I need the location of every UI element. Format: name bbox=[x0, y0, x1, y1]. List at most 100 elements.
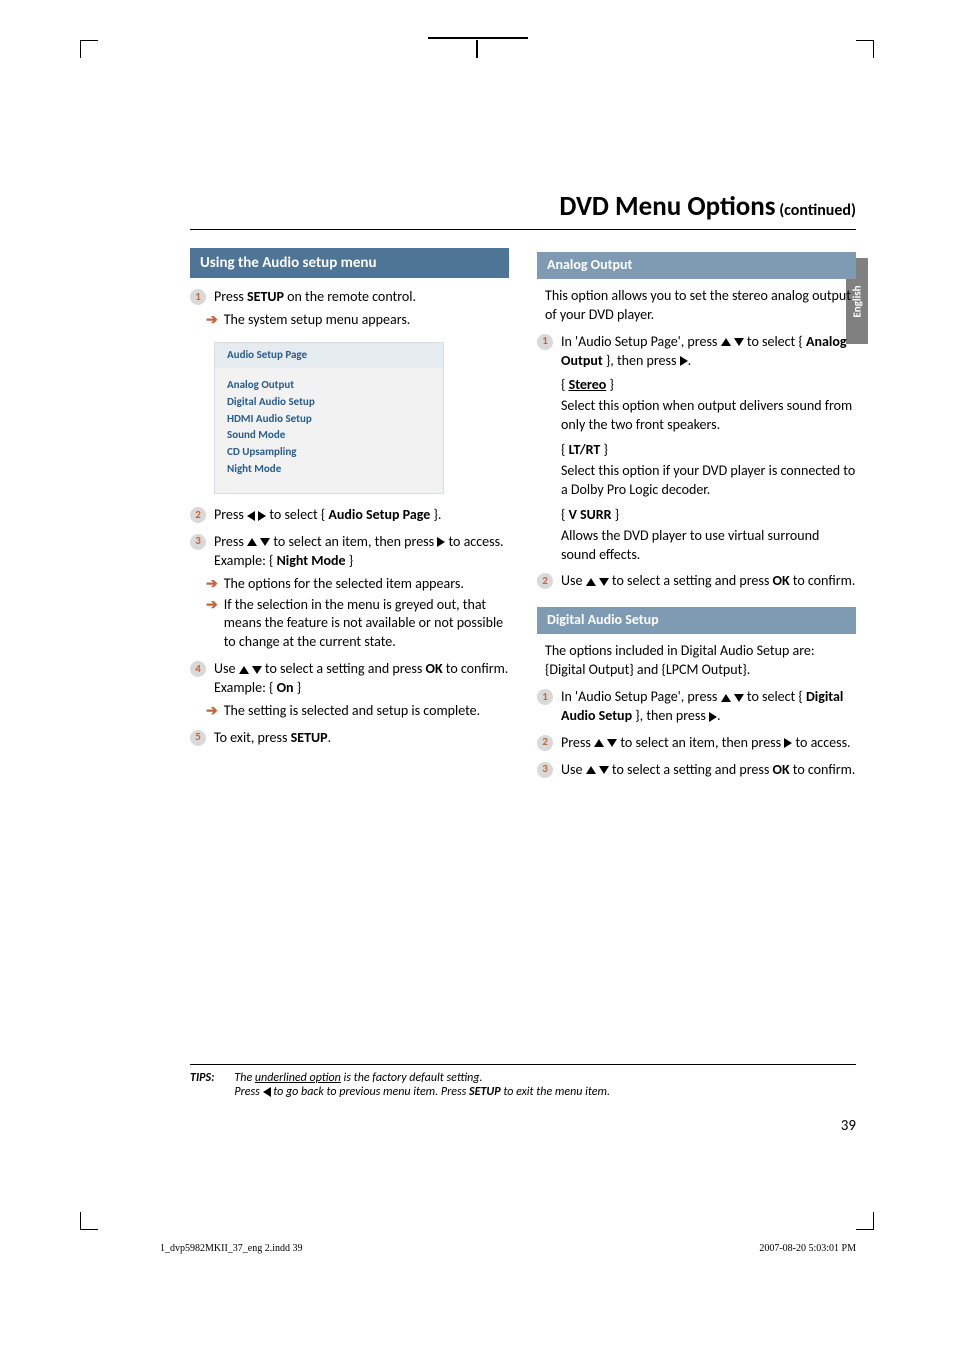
down-icon bbox=[734, 338, 744, 346]
menu-item: Sound Mode bbox=[227, 428, 431, 443]
analog-intro: This option allows you to set the stereo… bbox=[545, 287, 856, 325]
text: Use bbox=[561, 572, 586, 589]
step-4-result: ➔ The setting is selected and setup is c… bbox=[206, 702, 509, 721]
up-icon bbox=[586, 766, 596, 774]
page-number: 39 bbox=[190, 1117, 856, 1135]
tips-label: TIPS: bbox=[190, 1071, 214, 1099]
text: to select { bbox=[744, 688, 806, 705]
right-icon bbox=[258, 511, 266, 521]
right-icon bbox=[709, 712, 717, 722]
step-number-icon: 1 bbox=[190, 289, 206, 305]
arrow-icon: ➔ bbox=[206, 575, 218, 594]
option-stereo: { Stereo } bbox=[561, 376, 856, 395]
left-icon bbox=[263, 1087, 271, 1097]
analog-output-bar: Analog Output bbox=[537, 252, 856, 279]
text: LT/RT bbox=[569, 441, 601, 458]
right-column: Analog Output This option allows you to … bbox=[537, 248, 856, 784]
text: }, then press bbox=[632, 707, 709, 724]
left-column: Using the Audio setup menu 1 Press SETUP… bbox=[190, 248, 509, 784]
text: to access. bbox=[792, 734, 850, 751]
text: To exit, press bbox=[214, 729, 291, 746]
step-1: 1 Press SETUP on the remote control. bbox=[190, 288, 509, 307]
step-number-icon: 5 bbox=[190, 730, 206, 746]
text: On bbox=[277, 679, 294, 696]
analog-step-2: 2 Use to select a setting and press OK t… bbox=[537, 572, 856, 591]
up-icon bbox=[239, 666, 249, 674]
step-3: 3 Press to select an item, then press to… bbox=[190, 533, 509, 571]
step-number-icon: 4 bbox=[190, 661, 206, 677]
arrow-icon: ➔ bbox=[206, 596, 218, 653]
text: Audio Setup Page bbox=[328, 506, 430, 523]
text: to select an item, then press bbox=[617, 734, 784, 751]
setup-key: SETUP bbox=[247, 288, 284, 305]
page-content: DVD Menu Options (continued) Using the A… bbox=[190, 190, 856, 1135]
digital-step-1: 1 In 'Audio Setup Page', press to select… bbox=[537, 688, 856, 726]
text: to confirm. bbox=[790, 761, 856, 778]
text: }, then press bbox=[603, 352, 680, 369]
text: }. bbox=[430, 506, 441, 523]
down-icon bbox=[252, 666, 262, 674]
menu-item: HDMI Audio Setup bbox=[227, 412, 431, 427]
text: to select { bbox=[744, 333, 806, 350]
text: underlined option bbox=[255, 1071, 341, 1085]
text: Press bbox=[214, 506, 247, 523]
step-number-icon: 3 bbox=[537, 762, 553, 778]
text: to select { bbox=[266, 506, 328, 523]
text: to confirm. bbox=[443, 660, 509, 677]
step-number-icon: 3 bbox=[190, 534, 206, 550]
text: The options for the selected item appear… bbox=[224, 575, 464, 594]
text: Press bbox=[234, 1085, 262, 1099]
up-icon bbox=[721, 694, 731, 702]
step-number-icon: 2 bbox=[537, 573, 553, 589]
digital-intro: The options included in Digital Audio Se… bbox=[545, 642, 856, 680]
print-footer: 1_dvp5982MKII_37_eng 2.indd 39 2007-08-2… bbox=[160, 1243, 856, 1254]
text: to confirm. bbox=[790, 572, 856, 589]
page-title-wrap: DVD Menu Options (continued) bbox=[190, 190, 856, 230]
page-title-continued: (continued) bbox=[779, 201, 856, 220]
menu-item: Night Mode bbox=[227, 462, 431, 477]
footer-right: 2007-08-20 5:03:01 PM bbox=[759, 1243, 856, 1254]
up-icon bbox=[594, 739, 604, 747]
text: Example: { bbox=[214, 679, 277, 696]
text: OK bbox=[772, 572, 789, 589]
option-ltrt: { LT/RT } bbox=[561, 441, 856, 460]
text: . bbox=[688, 352, 692, 369]
section-using-audio-setup: Using the Audio setup menu bbox=[190, 248, 509, 278]
text: on the remote control. bbox=[284, 288, 416, 305]
text: OK bbox=[772, 761, 789, 778]
text: to select a setting and press bbox=[609, 572, 773, 589]
menu-item: Analog Output bbox=[227, 378, 431, 393]
setup-key: SETUP bbox=[291, 729, 328, 746]
text: } bbox=[294, 679, 302, 696]
text: The system setup menu appears. bbox=[224, 311, 411, 330]
text: to access. bbox=[445, 533, 503, 550]
arrow-icon: ➔ bbox=[206, 702, 218, 721]
text: V SURR bbox=[569, 506, 612, 523]
text: The setting is selected and setup is com… bbox=[224, 702, 480, 721]
tips-section: TIPS: The underlined option is the facto… bbox=[190, 1064, 856, 1135]
step-number-icon: 1 bbox=[537, 334, 553, 350]
page-title: DVD Menu Options bbox=[559, 190, 775, 223]
text: Stereo bbox=[569, 376, 607, 393]
down-icon bbox=[599, 766, 609, 774]
footer-left: 1_dvp5982MKII_37_eng 2.indd 39 bbox=[160, 1243, 303, 1254]
down-icon bbox=[607, 739, 617, 747]
step-1-result: ➔ The system setup menu appears. bbox=[206, 311, 509, 330]
down-icon bbox=[260, 538, 270, 546]
menu-items: Analog Output Digital Audio Setup HDMI A… bbox=[215, 368, 443, 493]
text: Press bbox=[214, 533, 247, 550]
audio-setup-menu: Audio Setup Page Analog Output Digital A… bbox=[214, 342, 444, 494]
menu-item: CD Upsampling bbox=[227, 445, 431, 460]
step-4: 4 Use to select a setting and press OK t… bbox=[190, 660, 509, 698]
text: Allows the DVD player to use virtual sur… bbox=[561, 527, 856, 565]
text: Night Mode bbox=[277, 552, 346, 569]
text: Select this option if your DVD player is… bbox=[561, 462, 856, 500]
text: Example: { bbox=[214, 552, 277, 569]
step-3-result-2: ➔ If the selection in the menu is greyed… bbox=[206, 596, 509, 653]
text: to select a setting and press bbox=[262, 660, 426, 677]
left-icon bbox=[247, 511, 255, 521]
text: to go back to previous menu item. Press bbox=[271, 1085, 469, 1099]
text: is the factory default setting. bbox=[341, 1071, 483, 1085]
step-number-icon: 2 bbox=[190, 507, 206, 523]
menu-title: Audio Setup Page bbox=[215, 343, 443, 368]
